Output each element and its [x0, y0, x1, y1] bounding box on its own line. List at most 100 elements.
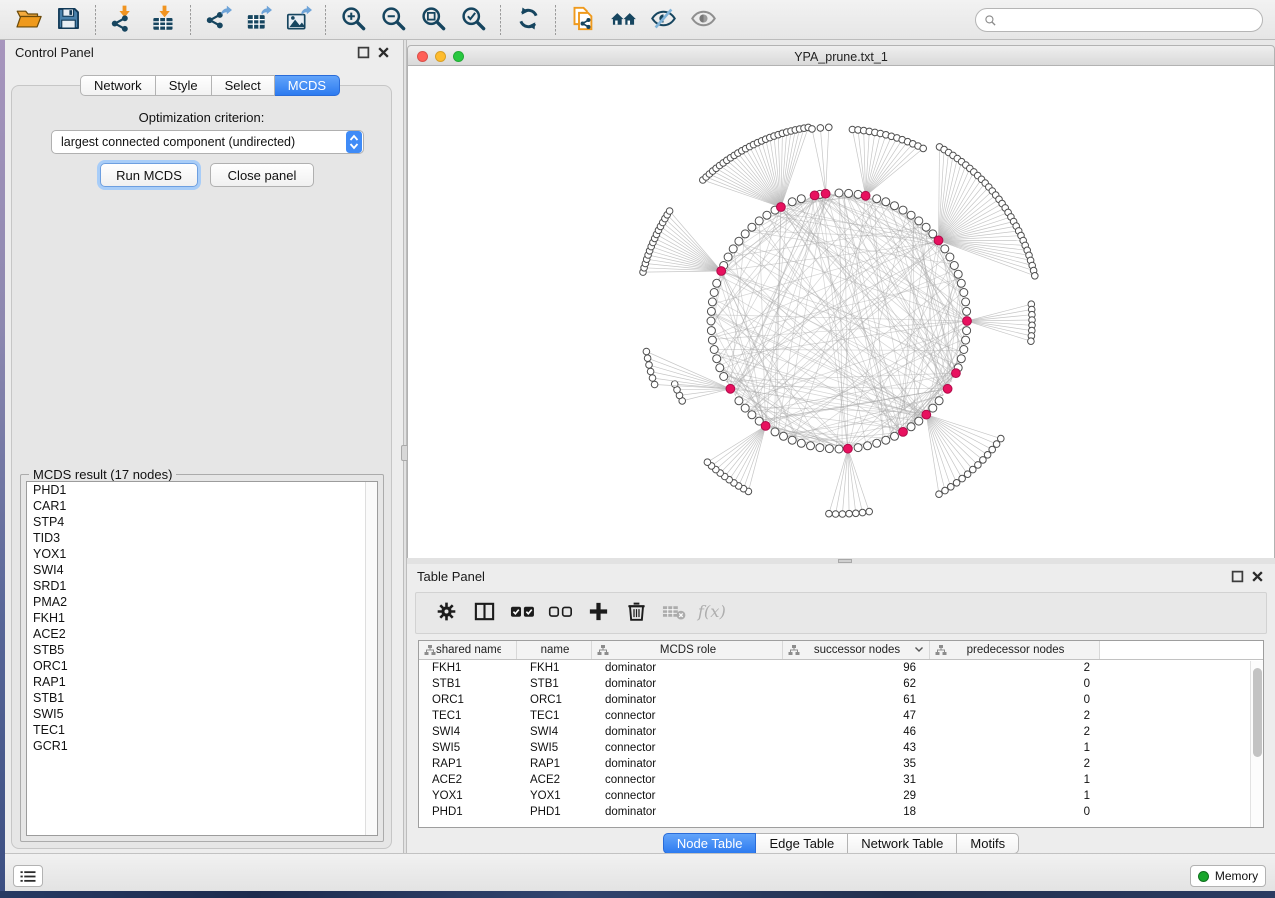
graph-node[interactable] [929, 404, 937, 412]
scrollbar-thumb[interactable] [1253, 668, 1262, 757]
graph-node[interactable] [907, 423, 915, 431]
graph-node[interactable] [826, 510, 833, 517]
graph-node[interactable] [763, 211, 771, 219]
graph-node[interactable] [788, 436, 796, 444]
graph-node[interactable] [891, 202, 899, 210]
tab-select[interactable]: Select [212, 75, 275, 96]
graph-hub-node[interactable] [963, 317, 972, 326]
zoom-out-button[interactable] [376, 4, 410, 36]
graph-node[interactable] [666, 208, 673, 215]
graph-node[interactable] [957, 279, 965, 287]
graph-node[interactable] [920, 145, 927, 152]
mcds-result-item[interactable]: TEC1 [27, 722, 377, 738]
graph-node[interactable] [891, 432, 899, 440]
mcds-result-item[interactable]: ACE2 [27, 626, 377, 642]
graph-node[interactable] [708, 336, 716, 344]
graph-node[interactable] [941, 245, 949, 253]
graph-node[interactable] [846, 510, 853, 517]
close-panel-icon[interactable] [1251, 570, 1264, 583]
graph-hub-node[interactable] [777, 203, 786, 212]
graph-node[interactable] [735, 397, 743, 405]
delete-column-button[interactable] [618, 596, 654, 630]
table-row[interactable]: SWI4SWI4dominator462 [419, 724, 1263, 740]
show-hidden-button[interactable] [686, 4, 720, 36]
memory-button[interactable]: Memory [1190, 865, 1266, 887]
graph-hub-node[interactable] [726, 384, 735, 393]
graph-node[interactable] [713, 279, 721, 287]
table-row[interactable]: STB1STB1dominator620 [419, 676, 1263, 692]
graph-node[interactable] [708, 298, 716, 306]
close-panel-button[interactable]: Close panel [210, 163, 314, 187]
column-header-name[interactable]: name [517, 641, 592, 659]
network-graph[interactable] [408, 66, 1274, 558]
graph-node[interactable] [649, 375, 656, 382]
tab-node-table[interactable]: Node Table [663, 833, 757, 854]
graph-node[interactable] [859, 509, 866, 516]
column-header-MCDS-role[interactable]: MCDS role [592, 641, 783, 659]
table-settings-button[interactable] [428, 596, 464, 630]
graph-hub-node[interactable] [934, 236, 943, 245]
float-window-icon[interactable] [357, 46, 370, 59]
node-table[interactable]: shared namenameMCDS rolesuccessor nodesp… [418, 640, 1264, 828]
network-overview-button[interactable] [606, 4, 640, 36]
graph-node[interactable] [963, 327, 971, 335]
graph-node[interactable] [915, 217, 923, 225]
splitter-grip[interactable] [838, 559, 852, 563]
add-column-button[interactable] [580, 596, 616, 630]
graph-node[interactable] [741, 230, 749, 238]
graph-node[interactable] [1032, 273, 1039, 280]
graph-node[interactable] [771, 428, 779, 436]
graph-node[interactable] [963, 307, 971, 315]
network-window-titlebar[interactable]: YPA_prune.txt_1 [407, 45, 1275, 66]
graph-node[interactable] [720, 373, 728, 381]
table-row[interactable]: FKH1FKH1dominator962 [419, 660, 1263, 676]
graph-node[interactable] [780, 432, 788, 440]
graph-node[interactable] [713, 355, 721, 363]
graph-hub-node[interactable] [761, 422, 770, 431]
mcds-result-item[interactable]: SRD1 [27, 578, 377, 594]
graph-hub-node[interactable] [717, 267, 726, 276]
tab-mcds[interactable]: MCDS [275, 75, 340, 96]
graph-node[interactable] [710, 289, 718, 297]
table-row[interactable]: PHD1PHD1dominator180 [419, 804, 1263, 820]
graph-hub-node[interactable] [810, 191, 819, 200]
graph-node[interactable] [716, 364, 724, 372]
search-input[interactable] [1002, 13, 1254, 27]
graph-node[interactable] [950, 262, 958, 270]
mcds-result-item[interactable]: GCR1 [27, 738, 377, 754]
graph-node[interactable] [748, 223, 756, 231]
mcds-result-item[interactable]: STB1 [27, 690, 377, 706]
float-window-icon[interactable] [1231, 570, 1244, 583]
graph-node[interactable] [980, 457, 987, 464]
export-image-button[interactable] [281, 4, 315, 36]
save-session-button[interactable] [51, 4, 85, 36]
mcds-result-item[interactable]: FKH1 [27, 610, 377, 626]
graph-hub-node[interactable] [922, 410, 931, 419]
graph-hub-node[interactable] [943, 384, 952, 393]
graph-node[interactable] [832, 511, 839, 518]
table-row[interactable]: TEC1TEC1connector472 [419, 708, 1263, 724]
graph-node[interactable] [724, 253, 732, 261]
graph-node[interactable] [835, 445, 843, 453]
graph-node[interactable] [646, 362, 653, 369]
column-header-predecessor-nodes[interactable]: predecessor nodes [930, 641, 1100, 659]
graph-node[interactable] [643, 348, 650, 355]
graph-node[interactable] [816, 444, 824, 452]
export-network-button[interactable] [201, 4, 235, 36]
graph-node[interactable] [748, 411, 756, 419]
graph-node[interactable] [826, 124, 833, 131]
graph-node[interactable] [936, 491, 943, 498]
graph-node[interactable] [651, 381, 658, 388]
tab-edge-table[interactable]: Edge Table [756, 833, 848, 854]
mcds-result-item[interactable]: CAR1 [27, 498, 377, 514]
graph-node[interactable] [866, 508, 873, 515]
graph-node[interactable] [825, 445, 833, 453]
graph-node[interactable] [873, 439, 881, 447]
table-row[interactable]: ORC1ORC1dominator610 [419, 692, 1263, 708]
table-scrollbar[interactable] [1250, 661, 1263, 827]
result-list-scrollbar[interactable] [365, 482, 377, 835]
zoom-fit-button[interactable] [416, 4, 450, 36]
import-network-button[interactable] [106, 4, 140, 36]
graph-node[interactable] [710, 346, 718, 354]
graph-node[interactable] [853, 510, 860, 517]
